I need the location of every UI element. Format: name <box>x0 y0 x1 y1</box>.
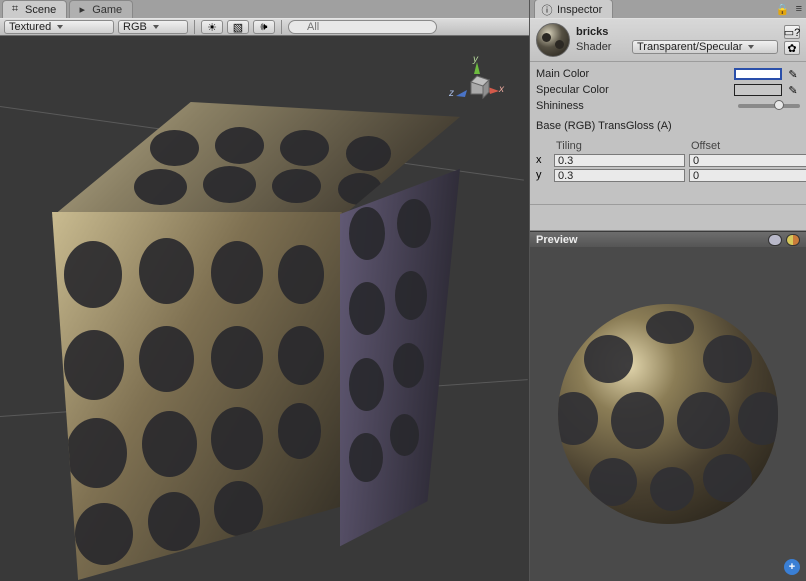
specular-color-label: Specular Color <box>536 84 730 96</box>
material-preview-icon <box>536 23 570 57</box>
tab-game-label: Game <box>92 4 122 16</box>
scene-toolbar: Textured RGB ☀ ▧ 🕪 🔍 <box>0 18 529 36</box>
render-mode-value: Textured <box>9 21 51 33</box>
shader-value: Transparent/Specular <box>637 41 742 53</box>
info-icon: ⓘ <box>541 2 553 18</box>
scene-object-cube[interactable] <box>52 102 460 580</box>
preview-shape-sphere[interactable] <box>768 234 782 246</box>
image-icon: ▧ <box>233 21 243 34</box>
axis-x-label: x <box>499 84 504 95</box>
main-color-swatch[interactable] <box>734 68 782 80</box>
tab-game[interactable]: ▸ Game <box>69 0 133 18</box>
tiling-header: Tiling <box>554 140 685 152</box>
audio-toggle[interactable]: 🕪 <box>253 20 275 34</box>
row-y-label: y <box>536 169 550 182</box>
material-header: bricks Shader Transparent/Specular ▭? ✿ <box>530 19 806 62</box>
settings-gear-icon[interactable]: ✿ <box>784 41 800 55</box>
preview-viewport[interactable]: + <box>530 247 806 581</box>
render-mode-dropdown[interactable]: Textured <box>4 20 114 34</box>
color-mode-value: RGB <box>123 21 147 33</box>
add-component-button[interactable]: + <box>784 559 800 575</box>
search-input[interactable] <box>288 20 437 34</box>
separator <box>281 20 282 34</box>
panel-menu-icon[interactable]: ≡ <box>796 3 802 15</box>
preview-sphere <box>558 304 778 524</box>
orientation-gizmo[interactable]: y x z <box>447 58 507 118</box>
preview-light-toggle[interactable] <box>786 234 800 246</box>
audio-icon: 🕪 <box>261 21 268 34</box>
axis-y-label: y <box>473 54 478 65</box>
tab-scene-label: Scene <box>25 4 56 16</box>
separator <box>194 20 195 34</box>
scene-viewport[interactable]: y x z <box>0 36 529 581</box>
eyedropper-icon[interactable]: ✎ <box>786 67 800 81</box>
shader-dropdown[interactable]: Transparent/Specular <box>632 40 778 54</box>
inspector-body: bricks Shader Transparent/Specular ▭? ✿ <box>530 18 806 231</box>
skybox-toggle[interactable]: ▧ <box>227 20 249 34</box>
specular-color-swatch[interactable] <box>734 84 782 96</box>
tiling-y-field[interactable] <box>554 169 685 182</box>
scene-tab-row: ⌗ Scene ▸ Game <box>0 0 529 18</box>
shininess-label: Shininess <box>536 100 734 112</box>
offset-header: Offset <box>689 140 806 152</box>
preview-header: Preview <box>530 231 806 247</box>
tab-inspector[interactable]: ⓘ Inspector <box>534 0 613 20</box>
help-icon[interactable]: ▭? <box>784 25 800 39</box>
shininess-slider[interactable] <box>738 104 800 108</box>
offset-x-field[interactable] <box>689 154 806 167</box>
preview-title: Preview <box>536 234 578 246</box>
shader-label: Shader <box>576 41 626 53</box>
tab-scene[interactable]: ⌗ Scene <box>2 0 67 18</box>
color-mode-dropdown[interactable]: RGB <box>118 20 188 34</box>
caret-icon <box>748 45 754 49</box>
lock-icon[interactable]: 🔒 <box>776 3 790 16</box>
axis-z-label: z <box>449 88 454 99</box>
scene-icon: ⌗ <box>9 3 21 16</box>
material-name: bricks <box>576 26 778 38</box>
lighting-toggle[interactable]: ☀ <box>201 20 223 34</box>
caret-icon <box>57 25 63 29</box>
sun-icon: ☀ <box>207 21 217 34</box>
base-tex-label: Base (RGB) TransGloss (A) <box>536 120 800 132</box>
tab-inspector-label: Inspector <box>557 4 602 16</box>
offset-y-field[interactable] <box>689 169 806 182</box>
row-x-label: x <box>536 154 550 167</box>
material-properties: Main Color ✎ Specular Color ✎ Shininess … <box>530 62 806 205</box>
tiling-x-field[interactable] <box>554 154 685 167</box>
eyedropper-icon[interactable]: ✎ <box>786 83 800 97</box>
caret-icon <box>153 25 159 29</box>
inspector-tab-row: ⓘ Inspector 🔒 ≡ <box>530 0 806 18</box>
game-icon: ▸ <box>76 3 88 16</box>
main-color-label: Main Color <box>536 68 730 80</box>
